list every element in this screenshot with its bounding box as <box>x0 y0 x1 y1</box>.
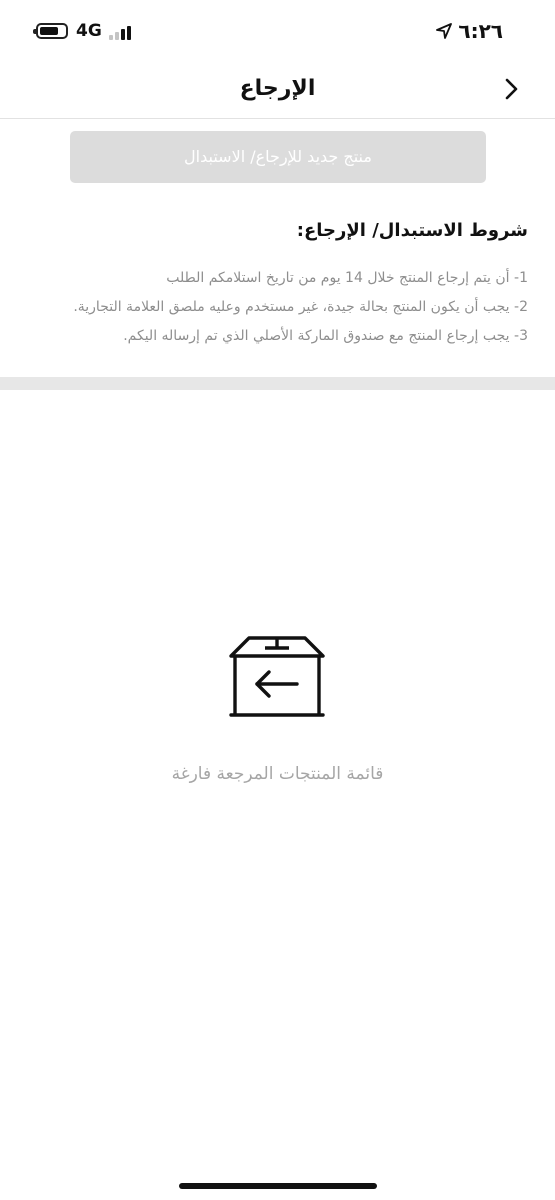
status-time: ٦:٢٦ <box>458 19 503 43</box>
signal-icon <box>109 26 135 40</box>
signal-bar <box>127 26 131 40</box>
returns-screen: 4G ٦:٢٦ الإرجاع منتج جديد للإرجاع/ الاست… <box>0 0 555 1200</box>
chevron-right-icon[interactable] <box>499 76 525 102</box>
network-type: 4G <box>76 21 102 41</box>
home-indicator[interactable] <box>179 1183 377 1189</box>
section-divider <box>0 377 555 390</box>
signal-bar <box>109 35 113 40</box>
empty-state-message: قائمة المنتجات المرجعة فارغة <box>171 764 384 784</box>
condition-item: 1- أن يتم إرجاع المنتج خلال 14 يوم من تا… <box>166 270 528 286</box>
battery-icon <box>33 23 68 39</box>
signal-bar <box>121 29 125 40</box>
time-group: ٦:٢٦ <box>436 18 503 44</box>
status-bar: 4G ٦:٢٦ <box>0 0 555 62</box>
condition-item: 2- يجب أن يكون المنتج بحالة جيدة، غير مس… <box>73 299 528 315</box>
location-arrow-icon <box>436 23 453 39</box>
condition-item: 3- يجب إرجاع المنتج مع صندوق الماركة الأ… <box>123 328 528 344</box>
new-return-button[interactable]: منتج جديد للإرجاع/ الاستبدال <box>70 131 486 183</box>
conditions-title: شروط الاستبدال/ الإرجاع: <box>296 220 528 241</box>
return-box-icon <box>229 636 325 717</box>
conditions-list: 1- أن يتم إرجاع المنتج خلال 14 يوم من تا… <box>28 264 528 351</box>
signal-bar <box>115 32 119 40</box>
page-title: الإرجاع <box>239 76 316 101</box>
navigation-header: الإرجاع <box>0 62 555 119</box>
